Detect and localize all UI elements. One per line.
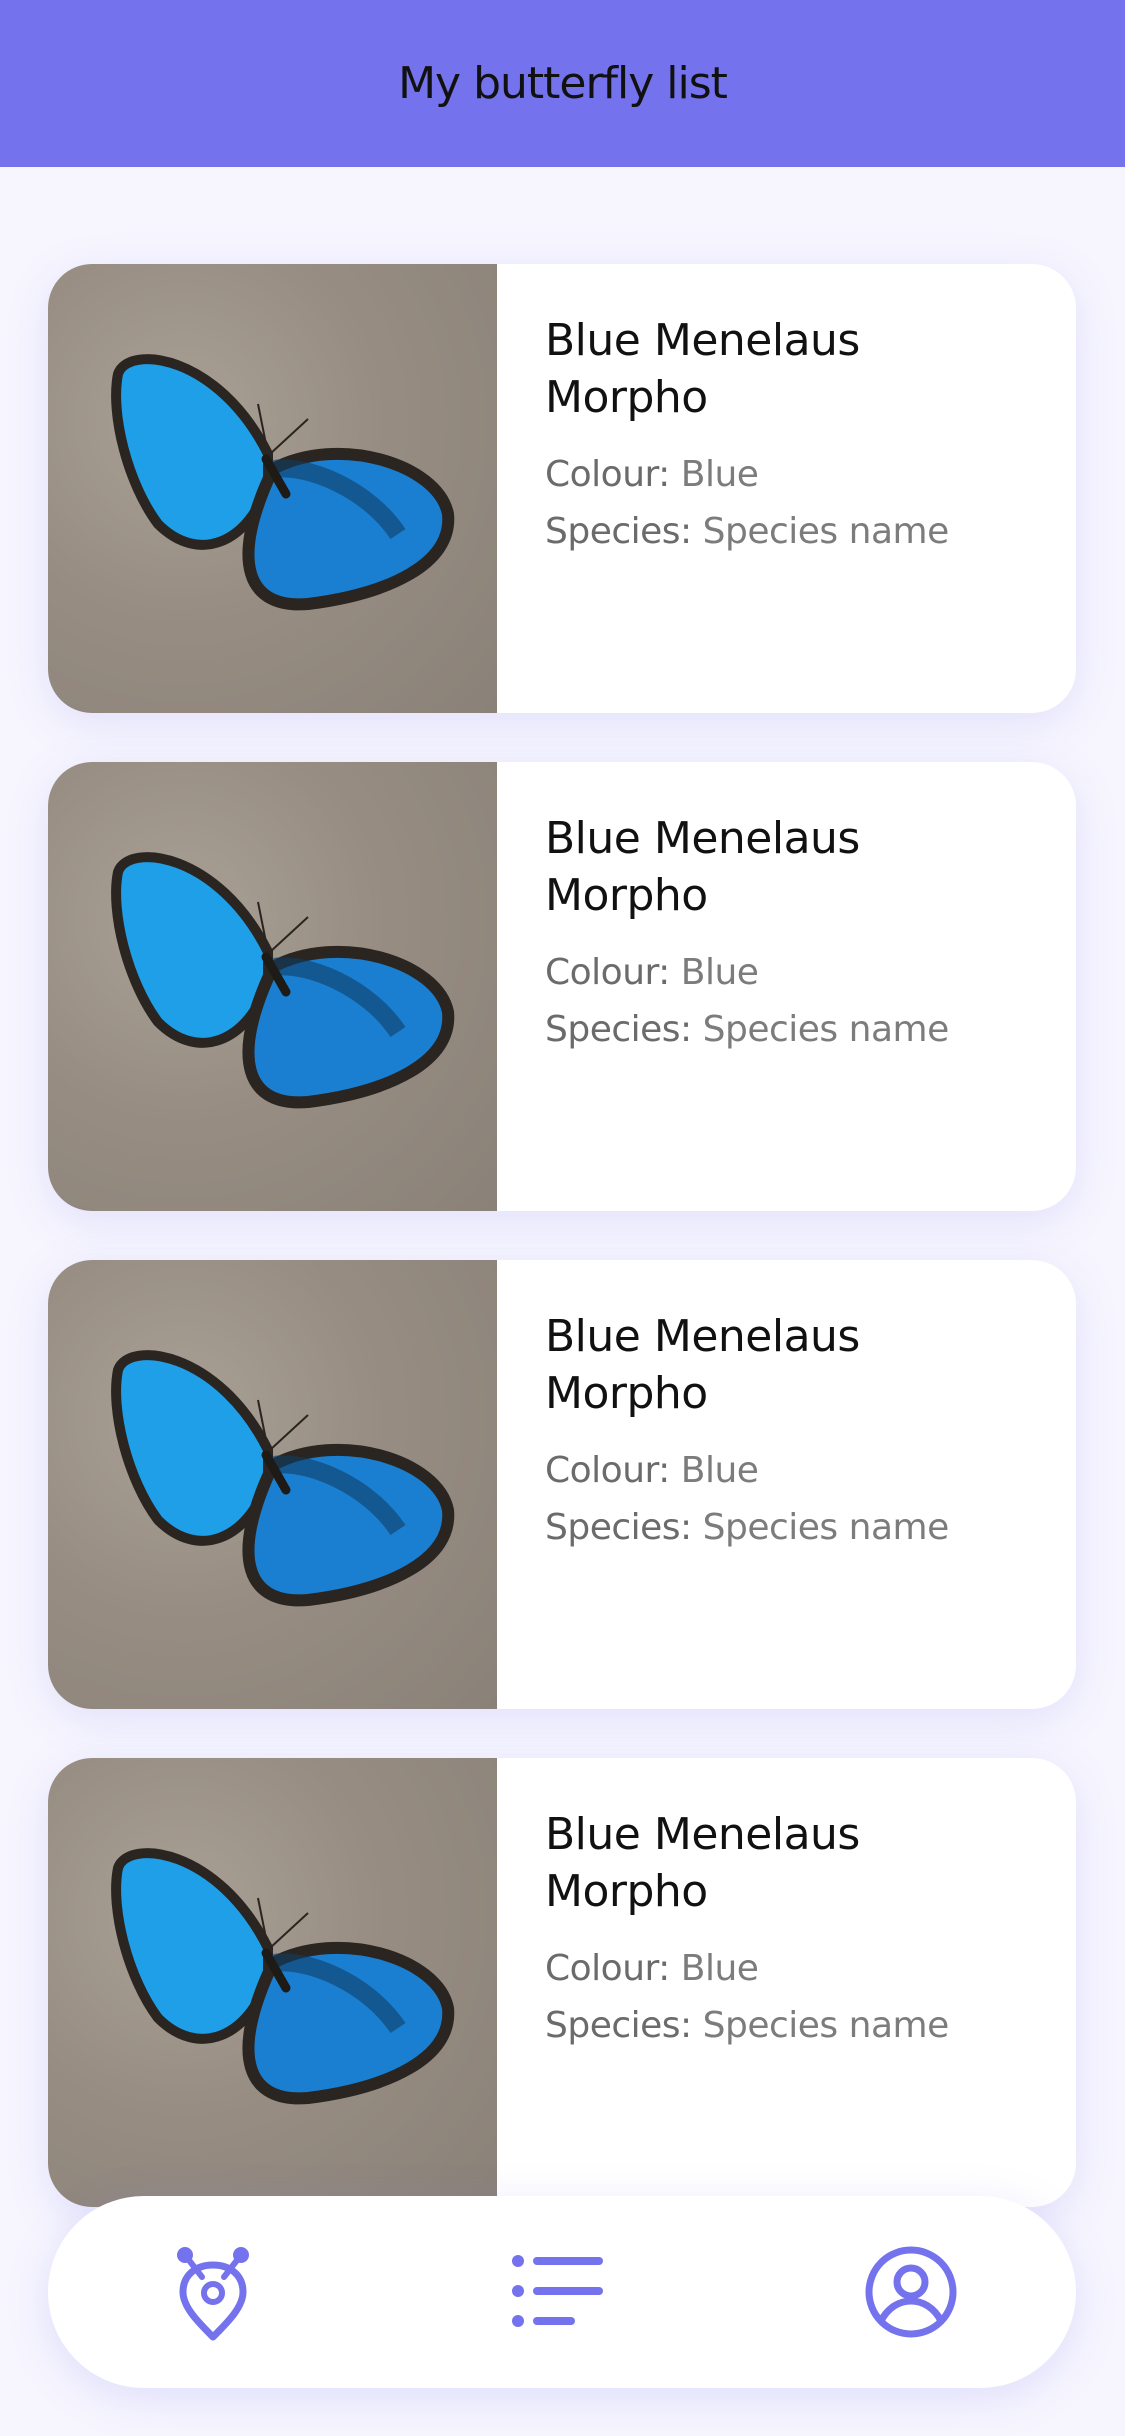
- butterfly-photo: [48, 762, 497, 1211]
- nav-map-button[interactable]: [158, 2237, 268, 2347]
- page-title: My butterfly list: [398, 58, 728, 109]
- colour-value: Blue: [680, 1948, 759, 1989]
- species-label: Species:: [545, 511, 692, 552]
- butterfly-name: Blue Menelaus Morpho: [545, 813, 860, 921]
- colour-label: Colour:: [545, 952, 670, 993]
- colour-label: Colour:: [545, 454, 670, 495]
- colour-value: Blue: [680, 1450, 759, 1491]
- nav-list-button[interactable]: [507, 2237, 617, 2347]
- species-row: Species: Species name: [545, 1997, 949, 2054]
- colour-value: Blue: [680, 952, 759, 993]
- bottom-nav-bar: [48, 2196, 1076, 2388]
- species-row: Species: Species name: [545, 1499, 949, 1556]
- butterfly-card[interactable]: Blue Menelaus Morpho Colour: Blue Specie…: [48, 1758, 1076, 2207]
- species-value: Species name: [702, 511, 950, 552]
- colour-row: Colour: Blue: [545, 944, 949, 1001]
- species-value: Species name: [702, 2005, 950, 2046]
- butterfly-card[interactable]: Blue Menelaus Morpho Colour: Blue Specie…: [48, 762, 1076, 1211]
- species-label: Species:: [545, 1507, 692, 1548]
- colour-value: Blue: [680, 454, 759, 495]
- species-value: Species name: [702, 1507, 950, 1548]
- colour-row: Colour: Blue: [545, 1442, 949, 1499]
- butterfly-location-icon: [177, 2247, 249, 2341]
- nav-profile-button[interactable]: [856, 2237, 966, 2347]
- butterfly-card[interactable]: Blue Menelaus Morpho Colour: Blue Specie…: [48, 1260, 1076, 1709]
- species-label: Species:: [545, 2005, 692, 2046]
- user-profile-icon: [865, 2246, 957, 2338]
- app-header: My butterfly list: [0, 0, 1125, 167]
- butterfly-photo: [48, 1758, 497, 2207]
- colour-row: Colour: Blue: [545, 446, 949, 503]
- species-label: Species:: [545, 1009, 692, 1050]
- butterfly-name: Blue Menelaus Morpho: [545, 1809, 860, 1917]
- butterfly-name: Blue Menelaus Morpho: [545, 1311, 860, 1419]
- butterfly-name: Blue Menelaus Morpho: [545, 315, 860, 423]
- colour-row: Colour: Blue: [545, 1940, 949, 1997]
- butterfly-card[interactable]: Blue Menelaus Morpho Colour: Blue Specie…: [48, 264, 1076, 713]
- species-row: Species: Species name: [545, 1001, 949, 1058]
- butterfly-info: Blue Menelaus Morpho Colour: Blue Specie…: [497, 762, 949, 1211]
- butterfly-info: Blue Menelaus Morpho Colour: Blue Specie…: [497, 264, 949, 713]
- butterfly-info: Blue Menelaus Morpho Colour: Blue Specie…: [497, 1260, 949, 1709]
- colour-label: Colour:: [545, 1450, 670, 1491]
- butterfly-info: Blue Menelaus Morpho Colour: Blue Specie…: [497, 1758, 949, 2207]
- butterfly-photo: [48, 264, 497, 713]
- butterfly-image-graphic: [111, 1350, 455, 1607]
- butterfly-image-graphic: [111, 852, 455, 1109]
- butterfly-image-graphic: [111, 1848, 455, 2105]
- species-row: Species: Species name: [545, 503, 949, 560]
- colour-label: Colour:: [545, 1948, 670, 1989]
- butterfly-list: Blue Menelaus Morpho Colour: Blue Specie…: [0, 0, 1125, 2436]
- butterfly-photo: [48, 1260, 497, 1709]
- butterfly-image-graphic: [111, 354, 455, 611]
- list-icon: [512, 2255, 603, 2327]
- species-value: Species name: [702, 1009, 950, 1050]
